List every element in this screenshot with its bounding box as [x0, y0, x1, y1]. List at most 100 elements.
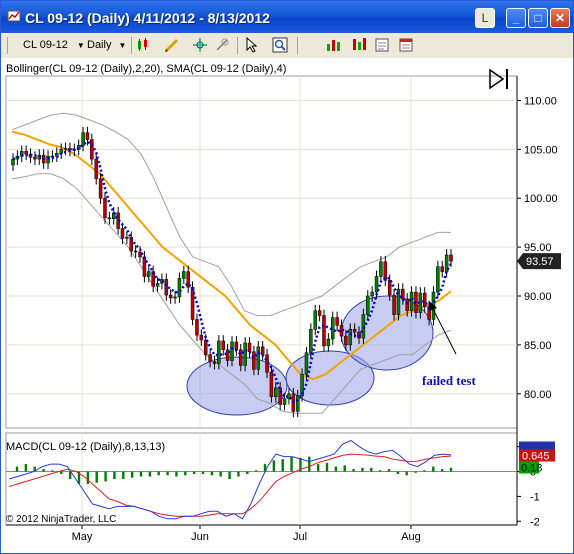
crosshair-icon[interactable]	[191, 36, 209, 54]
macd-histogram-bar	[219, 471, 222, 477]
link-button[interactable]: L	[475, 8, 495, 28]
macd-hidden-tag	[519, 441, 555, 451]
candle-body	[313, 310, 317, 330]
macd-histogram-bar	[24, 464, 28, 472]
candle-body	[282, 398, 287, 405]
candle-body	[94, 158, 98, 179]
candle-body	[164, 279, 169, 296]
chart-toolbar: CL 09-12 ▼ Daily ▼	[1, 33, 573, 59]
macd-histogram-bar	[370, 467, 373, 472]
macd-histogram-bar	[414, 471, 417, 473]
price-tick-label: 100.00	[524, 193, 558, 205]
candle-body	[436, 266, 440, 293]
macd-value-label: 0.645	[522, 451, 550, 463]
chevron-down-icon: ▼	[76, 41, 85, 50]
candle-body	[252, 351, 256, 370]
macd-histogram-bar	[308, 456, 311, 472]
candle-body	[449, 254, 453, 262]
instrument-selector[interactable]: CL 09-12 ▼	[23, 37, 85, 53]
candle-body	[309, 328, 313, 353]
chart-canvas[interactable]: 80.00 85.00 90.00 95.00 100.00 105.00 110.00 Ma…	[1, 58, 573, 553]
macd-tick-label: -2	[530, 516, 540, 528]
macd-histogram-bar	[290, 456, 293, 472]
toolbar-separator	[297, 37, 298, 54]
period-selector[interactable]: Daily ▼	[87, 37, 126, 53]
candle-body	[147, 271, 151, 277]
candle-body	[335, 317, 339, 326]
candle-body	[168, 294, 173, 299]
zoom-icon[interactable]	[271, 36, 289, 54]
candle-body	[33, 156, 37, 160]
properties-icon[interactable]	[397, 36, 415, 54]
macd-histogram-bar	[104, 471, 107, 482]
chevron-down-icon: ▼	[118, 41, 127, 50]
macd-histogram-bar	[210, 471, 214, 476]
macd-histogram-bar	[201, 471, 205, 475]
indicator-icon[interactable]	[351, 36, 369, 54]
macd-histogram-bar	[423, 470, 426, 472]
macd-histogram-bar	[113, 471, 116, 479]
candle-body	[366, 295, 370, 315]
last-price-label: 93.57	[526, 256, 554, 268]
close-button[interactable]: ✕	[550, 8, 570, 28]
macd-histogram-bar	[343, 465, 346, 472]
macd-histogram-bar	[325, 462, 329, 472]
macd-histogram-bar	[378, 470, 382, 472]
signal-value-label: 0.18	[521, 463, 542, 475]
price-tick-label: 110.00	[524, 95, 557, 107]
candle-body	[85, 132, 90, 140]
candle-body	[90, 139, 94, 160]
time-tick-label: Jun	[191, 531, 209, 543]
drawing-tool-icon[interactable]	[163, 36, 181, 54]
candle-body	[195, 319, 199, 336]
data-box-icon[interactable]	[373, 36, 391, 54]
candle-body	[24, 151, 28, 155]
candle-body	[63, 148, 68, 150]
candle-body	[304, 352, 309, 375]
macd-histogram-bar	[148, 471, 152, 477]
macd-histogram-bar	[316, 464, 320, 472]
maximize-button[interactable]: □	[528, 8, 548, 28]
macd-histogram-bar	[157, 471, 160, 476]
chart-window: CL 09-12 (Daily) 4/11/2012 - 8/13/2012 L…	[0, 0, 574, 554]
macd-histogram-bar	[246, 471, 249, 475]
candle-body	[274, 387, 278, 397]
candle-body	[173, 296, 177, 299]
candle-body	[247, 342, 252, 352]
macd-histogram-bar	[184, 471, 187, 476]
toolbar-separator	[237, 37, 238, 54]
candle-body	[260, 346, 265, 355]
candle-body	[190, 286, 195, 320]
chart-style-icon[interactable]	[135, 36, 153, 54]
candle-body	[370, 291, 374, 297]
price-tick-label: 85.00	[524, 340, 552, 352]
global-crosshair-icon[interactable]	[213, 36, 231, 54]
macd-histogram-bar	[272, 460, 276, 472]
copyright-text: © 2012 NinjaTrader, LLC	[6, 514, 117, 525]
macd-histogram-bar	[254, 470, 258, 472]
macd-histogram-bar	[166, 471, 169, 476]
candle-body	[98, 178, 103, 199]
instrument-label: CL 09-12	[23, 39, 68, 51]
price-tick-label: 95.00	[524, 242, 552, 254]
candle-body	[199, 334, 204, 341]
period-label: Daily	[87, 39, 112, 51]
candle-body	[295, 395, 300, 412]
macd-histogram-bar	[15, 466, 19, 472]
failed-test-label: failed test	[422, 373, 476, 388]
chart-area[interactable]: 80.00 85.00 90.00 95.00 100.00 105.00 110.00 Ma…	[1, 58, 573, 553]
candle-body	[230, 341, 234, 361]
strategy-icon[interactable]	[325, 36, 343, 54]
candle-body	[212, 361, 217, 364]
candle-body	[177, 278, 182, 298]
candle-body	[352, 328, 357, 333]
candle-body	[243, 342, 247, 366]
pointer-icon[interactable]	[243, 36, 261, 54]
title-bar[interactable]: CL 09-12 (Daily) 4/11/2012 - 8/13/2012 L…	[1, 1, 573, 33]
candle-body	[326, 338, 331, 347]
price-tick-label: 90.00	[524, 291, 552, 303]
price-tick-label: 80.00	[524, 389, 552, 401]
candle-body	[208, 354, 212, 362]
candle-body	[379, 261, 383, 277]
minimize-button[interactable]: _	[506, 8, 526, 28]
